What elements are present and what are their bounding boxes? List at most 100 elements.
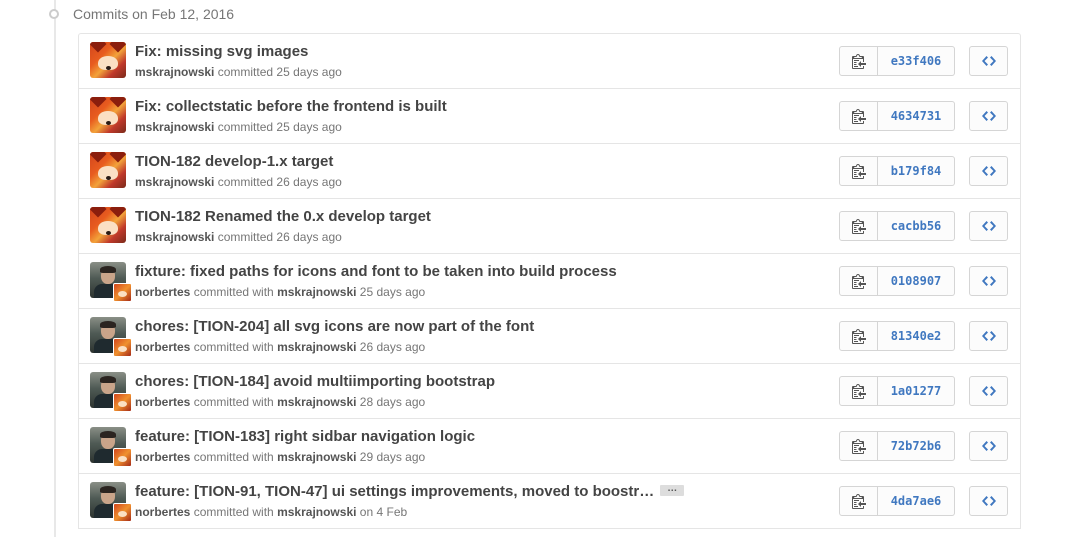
author-name[interactable]: mskrajnowski [135, 65, 214, 79]
author-name[interactable]: norbertes [135, 395, 190, 409]
sha-button-group: cacbb56 [839, 211, 955, 241]
browse-repo-button[interactable] [969, 486, 1008, 516]
commit-title[interactable]: feature: [TION-183] right sidbar navigat… [135, 428, 475, 445]
author-name[interactable]: mskrajnowski [135, 120, 214, 134]
commit-title-row: TION-182 develop-1.x target [135, 153, 333, 170]
commit-title[interactable]: chores: [TION-204] all svg icons are now… [135, 318, 534, 335]
copy-sha-button[interactable] [839, 321, 878, 351]
committer-name[interactable]: mskrajnowski [277, 395, 356, 409]
expand-message-button[interactable]: … [660, 483, 685, 496]
code-icon [981, 53, 996, 69]
commit-time: 29 days ago [359, 450, 426, 464]
copy-sha-button[interactable] [839, 101, 878, 131]
author-name[interactable]: mskrajnowski [135, 230, 214, 244]
code-icon [981, 383, 996, 399]
author-avatar[interactable] [90, 207, 126, 243]
commit-row: chores: [TION-204] all svg icons are now… [79, 309, 1020, 364]
commit-title[interactable]: fixture: fixed paths for icons and font … [135, 263, 617, 280]
sha-button-group: 0108907 [839, 266, 955, 296]
author-name[interactable]: mskrajnowski [135, 175, 214, 189]
clipboard-icon [851, 273, 866, 289]
clipboard-icon [851, 438, 866, 454]
commit-title[interactable]: TION-182 develop-1.x target [135, 153, 333, 170]
code-icon [981, 328, 996, 344]
commit-row: chores: [TION-184] avoid multiimporting … [79, 364, 1020, 419]
commit-title[interactable]: TION-182 Renamed the 0.x develop target [135, 208, 431, 225]
clipboard-icon [851, 328, 866, 344]
committer-name[interactable]: mskrajnowski [277, 450, 356, 464]
copy-sha-button[interactable] [839, 266, 878, 296]
commit-sha-link[interactable]: 1a01277 [878, 376, 955, 406]
commit-title-row: feature: [TION-183] right sidbar navigat… [135, 428, 475, 445]
code-icon [981, 493, 996, 509]
copy-sha-button[interactable] [839, 376, 878, 406]
commit-row: TION-182 Renamed the 0.x develop target … [79, 199, 1020, 254]
commit-time: 25 days ago [359, 285, 426, 299]
commit-title-row: chores: [TION-184] avoid multiimporting … [135, 373, 495, 390]
commit-title-row: fixture: fixed paths for icons and font … [135, 263, 617, 280]
author-avatar[interactable] [90, 152, 126, 188]
commit-row: feature: [TION-183] right sidbar navigat… [79, 419, 1020, 474]
commit-sha-link[interactable]: 72b72b6 [878, 431, 955, 461]
committer-name[interactable]: mskrajnowski [277, 340, 356, 354]
commit-time: 26 days ago [276, 230, 342, 244]
commit-sha-link[interactable]: cacbb56 [878, 211, 955, 241]
clipboard-icon [851, 218, 866, 234]
copy-sha-button[interactable] [839, 156, 878, 186]
committer-avatar[interactable] [113, 338, 132, 357]
commit-meta: mskrajnowski committed 25 days ago [135, 65, 342, 79]
commit-sha-link[interactable]: b179f84 [878, 156, 955, 186]
committer-avatar[interactable] [113, 393, 132, 412]
author-name[interactable]: norbertes [135, 340, 190, 354]
commit-sha-link[interactable]: 4634731 [878, 101, 955, 131]
browse-repo-button[interactable] [969, 101, 1008, 131]
commit-title[interactable]: chores: [TION-184] avoid multiimporting … [135, 373, 495, 390]
author-name[interactable]: norbertes [135, 505, 190, 519]
commit-title-row: TION-182 Renamed the 0.x develop target [135, 208, 431, 225]
clipboard-icon [851, 108, 866, 124]
committer-avatar[interactable] [113, 448, 132, 467]
commit-row: TION-182 develop-1.x target mskrajnowski… [79, 144, 1020, 199]
copy-sha-button[interactable] [839, 46, 878, 76]
sha-button-group: 72b72b6 [839, 431, 955, 461]
author-name[interactable]: norbertes [135, 285, 190, 299]
browse-repo-button[interactable] [969, 156, 1008, 186]
commit-sha-link[interactable]: 4da7ae6 [878, 486, 955, 516]
committer-name[interactable]: mskrajnowski [277, 285, 356, 299]
timeline-line [54, 0, 56, 537]
author-avatar[interactable] [90, 97, 126, 133]
code-icon [981, 108, 996, 124]
browse-repo-button[interactable] [969, 321, 1008, 351]
commit-time: 26 days ago [359, 340, 426, 354]
commit-title[interactable]: Fix: missing svg images [135, 43, 308, 60]
commit-title[interactable]: Fix: collectstatic before the frontend i… [135, 98, 447, 115]
committer-avatar[interactable] [113, 503, 132, 522]
commit-time: 26 days ago [276, 175, 342, 189]
copy-sha-button[interactable] [839, 431, 878, 461]
commit-title-row: Fix: missing svg images [135, 43, 308, 60]
commit-time: on 4 Feb [359, 505, 408, 519]
commit-group-date: Commits on Feb 12, 2016 [73, 6, 235, 22]
browse-repo-button[interactable] [969, 46, 1008, 76]
commit-meta: norbertes committed with mskrajnowski 28… [135, 395, 425, 409]
author-name[interactable]: norbertes [135, 450, 190, 464]
browse-repo-button[interactable] [969, 211, 1008, 241]
browse-repo-button[interactable] [969, 266, 1008, 296]
clipboard-icon [851, 493, 866, 509]
commit-meta: mskrajnowski committed 25 days ago [135, 120, 342, 134]
commit-sha-link[interactable]: e33f406 [878, 46, 955, 76]
committer-name[interactable]: mskrajnowski [277, 505, 356, 519]
copy-sha-button[interactable] [839, 211, 878, 241]
commit-sha-link[interactable]: 0108907 [878, 266, 955, 296]
browse-repo-button[interactable] [969, 376, 1008, 406]
commit-action: committed with [193, 505, 274, 519]
commit-title[interactable]: feature: [TION-91, TION-47] ui settings … [135, 483, 654, 500]
author-avatar[interactable] [90, 42, 126, 78]
browse-repo-button[interactable] [969, 431, 1008, 461]
copy-sha-button[interactable] [839, 486, 878, 516]
commit-row: Fix: missing svg images mskrajnowski com… [79, 34, 1020, 89]
commit-sha-link[interactable]: 81340e2 [878, 321, 955, 351]
commit-action: committed with [193, 340, 274, 354]
commit-action: committed [217, 120, 274, 134]
committer-avatar[interactable] [113, 283, 132, 302]
